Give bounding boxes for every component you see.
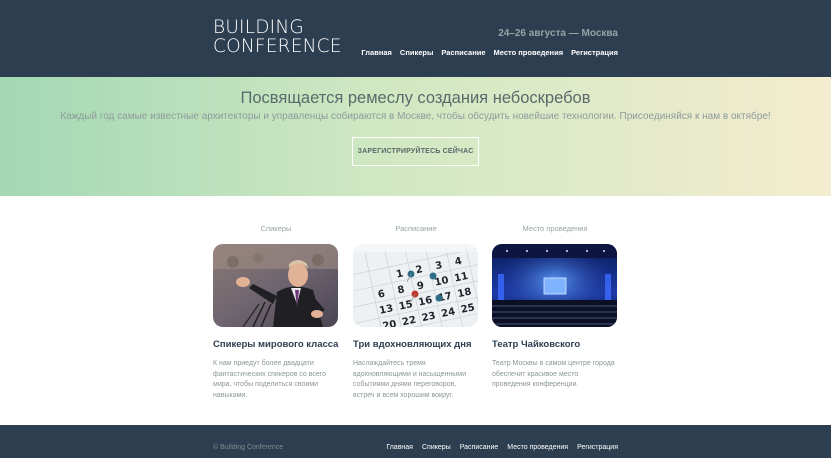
site-header: BUILDING CONFERENCE 24–26 августа — Моск… bbox=[0, 0, 831, 77]
nav-venue-link[interactable]: Место проведения bbox=[494, 48, 564, 57]
calendar-photo-graphic: 1234 6 8 9 10 11 13 15 16 17 18 20 22 23 24 25 bbox=[353, 244, 478, 327]
feature-caption: Спикеры bbox=[260, 224, 292, 233]
nav-schedule-link[interactable]: Расписание bbox=[441, 48, 485, 57]
feature-caption: Место проведения bbox=[522, 224, 588, 233]
feature-description: К нам приедут более двадцати фантастичес… bbox=[213, 360, 327, 399]
hero-banner: Посвящается ремеслу создания небоскребов… bbox=[0, 77, 831, 196]
logo-line-1: BUILDING bbox=[213, 17, 304, 38]
logo-line-2: CONFERENCE bbox=[213, 36, 342, 57]
feature-speakers: Спикеры Спикеры мирового класса К нам пр… bbox=[213, 224, 339, 401]
feature-description: Театр Москвы в самом центре города обесп… bbox=[492, 360, 615, 388]
event-dates: 24–26 августа — Москва bbox=[498, 28, 618, 39]
feature-venue: Место проведения Театр Чайковского Театр… bbox=[492, 224, 618, 391]
nav-home-link[interactable]: Главная bbox=[361, 48, 392, 57]
svg-text:22: 22 bbox=[401, 315, 417, 327]
hero-title: Посвящается ремеслу создания небоскребов bbox=[240, 89, 591, 107]
register-now-button[interactable]: ЗАРЕГИСТРИРУЙТЕСЬ СЕЙЧАС bbox=[352, 137, 479, 166]
feature-title: Театр Чайковского bbox=[492, 339, 581, 350]
calendar-photo[interactable]: 1234 6 8 9 10 11 13 15 16 17 18 20 22 23 24 25 bbox=[353, 244, 478, 327]
footer-home-link[interactable]: Главная bbox=[386, 444, 413, 451]
nav-registration-link[interactable]: Регистрация bbox=[571, 48, 618, 57]
speaker-photo-graphic bbox=[213, 244, 338, 327]
feature-description: Наслаждайтесь тремя вдохновляющими и нас… bbox=[353, 360, 467, 399]
site-logo[interactable]: BUILDING CONFERENCE bbox=[213, 18, 342, 56]
footer-speakers-link[interactable]: Спикеры bbox=[422, 444, 451, 451]
main-nav: Главная Спикеры Расписание Место проведе… bbox=[361, 48, 618, 57]
feature-caption: Расписание bbox=[395, 224, 437, 233]
copyright-text: © Building Conference bbox=[213, 444, 284, 451]
footer-nav: Главная Спикеры Расписание Место проведе… bbox=[386, 444, 618, 451]
footer-venue-link[interactable]: Место проведения bbox=[507, 444, 568, 451]
hero-subtitle: Каждый год самые известные архитекторы и… bbox=[60, 111, 771, 122]
feature-schedule: Расписание 1234 6 8 9 10 11 13 15 16 17 … bbox=[353, 224, 479, 401]
footer-schedule-link[interactable]: Расписание bbox=[460, 444, 499, 451]
feature-title: Спикеры мирового класса bbox=[213, 339, 339, 350]
venue-photo[interactable] bbox=[492, 244, 617, 327]
speaker-photo[interactable] bbox=[213, 244, 338, 327]
nav-speakers-link[interactable]: Спикеры bbox=[400, 48, 433, 57]
feature-title: Три вдохновляющих дня bbox=[353, 339, 472, 350]
venue-photo-graphic bbox=[492, 244, 617, 327]
site-footer: © Building Conference Главная Спикеры Ра… bbox=[0, 425, 831, 458]
footer-registration-link[interactable]: Регистрация bbox=[577, 444, 618, 451]
